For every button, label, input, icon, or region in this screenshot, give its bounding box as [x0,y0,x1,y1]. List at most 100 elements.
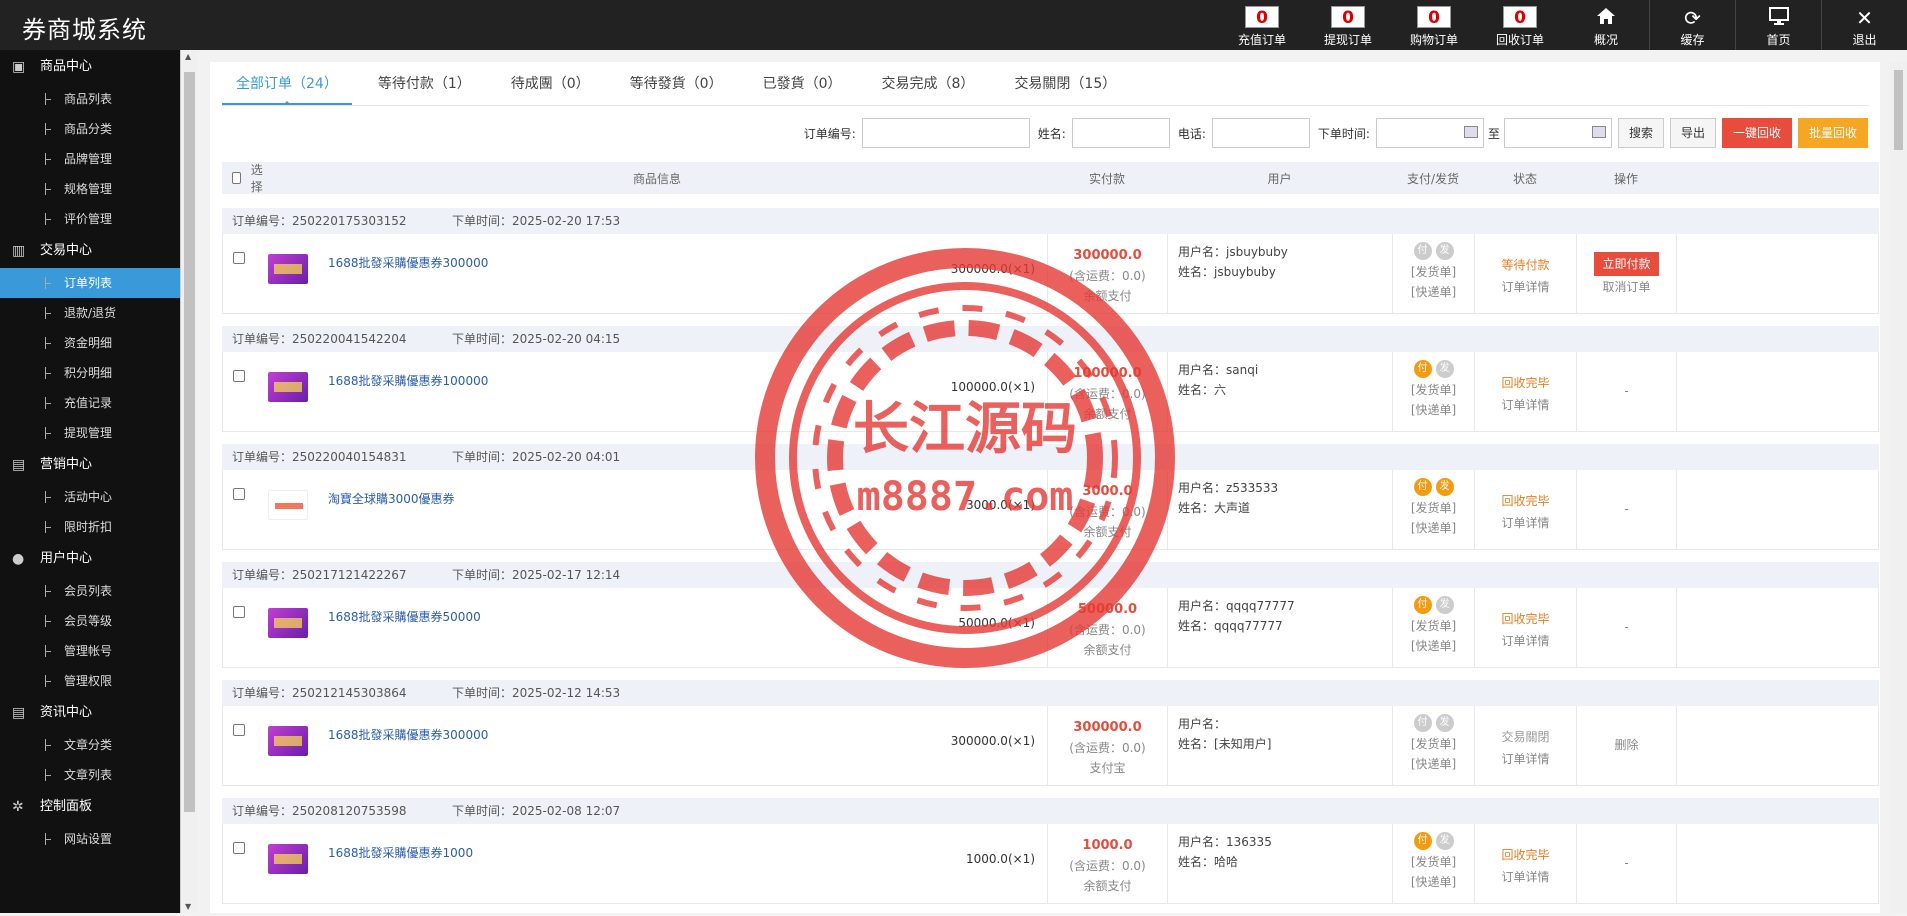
end-date-field[interactable] [1503,118,1612,148]
sidebar-item[interactable]: 规格管理 [0,174,180,204]
product-name-link[interactable]: 1688批發采購優惠券300000 [328,234,838,313]
sidebar-group-news[interactable]: ▤ 资讯中心 [0,696,180,730]
calendar-icon[interactable] [1463,126,1478,138]
order-detail-link[interactable]: 订单详情 [1475,276,1576,298]
sidebar-item[interactable]: 网站设置 [0,824,180,854]
order-detail-link[interactable]: 订单详情 [1475,748,1576,770]
topnav-home[interactable]: 首页 [1735,0,1821,50]
product-thumb[interactable] [268,234,328,313]
sidebar-item[interactable]: 提现管理 [0,418,180,448]
sidebar-group-trade[interactable]: ▥ 交易中心 [0,234,180,268]
row-select[interactable] [223,234,268,313]
sidebar-item[interactable]: 限时折扣 [0,512,180,542]
tab-all-orders[interactable]: 全部订单（24） [222,72,352,105]
row-select[interactable] [223,824,268,903]
topnav-overview[interactable]: 概况 [1563,0,1649,50]
sidebar-item[interactable]: 文章列表 [0,760,180,790]
sidebar-item[interactable]: 退款/退货 [0,298,180,328]
pay-now-button[interactable]: 立即付款 [1594,252,1659,276]
row-checkbox[interactable] [233,606,245,618]
sidebar-item[interactable]: 会员等级 [0,606,180,636]
product-image[interactable] [268,844,308,874]
product-image[interactable] [268,254,308,284]
express-link[interactable]: [快递单] [1393,400,1474,420]
product-name-link[interactable]: 1688批發采購優惠券1000 [328,824,838,903]
row-checkbox[interactable] [233,488,245,500]
express-link[interactable]: [快递单] [1393,754,1474,774]
start-date-field[interactable] [1375,118,1484,148]
topnav-recycle-orders[interactable]: 0 回收订单 [1477,0,1563,50]
tab-completed[interactable]: 交易完成（8） [868,72,989,105]
select-all-checkbox[interactable] [232,172,241,184]
sidebar-item[interactable]: 管理权限 [0,666,180,696]
tab-shipped[interactable]: 已發貨（0） [749,72,856,105]
main-scrollbar[interactable] [1890,62,1907,913]
product-name-link[interactable]: 淘寶全球購3000優惠券 [328,470,838,549]
ship-note-link[interactable]: [发货单] [1393,498,1474,518]
order-detail-link[interactable]: 订单详情 [1475,512,1576,534]
topnav-withdraw-orders[interactable]: 0 提现订单 [1305,0,1391,50]
scrollbar-thumb[interactable] [1894,70,1903,150]
name-input[interactable] [1071,118,1170,148]
row-checkbox[interactable] [233,370,245,382]
sidebar-item[interactable]: 文章分类 [0,730,180,760]
express-link[interactable]: [快递单] [1393,872,1474,892]
row-select[interactable] [223,706,268,785]
product-thumb[interactable] [268,470,328,549]
sidebar-item-order-list[interactable]: 订单列表 [0,268,180,298]
sidebar-group-marketing[interactable]: ▤ 营销中心 [0,448,180,482]
export-button[interactable]: 导出 [1669,118,1716,148]
tab-closed[interactable]: 交易關閉（15） [1000,72,1130,105]
select-all[interactable]: 选择 [222,161,267,195]
order-no-input[interactable] [861,118,1030,148]
tab-pending-payment[interactable]: 等待付款（1） [364,72,485,105]
express-link[interactable]: [快递单] [1393,282,1474,302]
ship-note-link[interactable]: [发货单] [1393,380,1474,400]
sidebar-item[interactable]: 会员列表 [0,576,180,606]
product-name-link[interactable]: 1688批發采購優惠券50000 [328,588,838,667]
express-link[interactable]: [快递单] [1393,636,1474,656]
scroll-up-icon[interactable]: ▲ [185,52,191,61]
ship-note-link[interactable]: [发货单] [1393,734,1474,754]
batch-recycle-button[interactable]: 批量回收 [1797,118,1868,148]
product-image[interactable] [268,490,308,520]
order-detail-link[interactable]: 订单详情 [1475,630,1576,652]
product-name-link[interactable]: 1688批發采購優惠券100000 [328,352,838,431]
sidebar-item[interactable]: 商品分类 [0,114,180,144]
sidebar-group-user[interactable]: ● 用户中心 [0,542,180,576]
product-thumb[interactable] [268,352,328,431]
row-checkbox[interactable] [233,252,245,264]
topnav-logout[interactable]: ✕ 退出 [1821,0,1907,50]
product-thumb[interactable] [268,588,328,667]
product-thumb[interactable] [268,824,328,903]
tab-pending-shipment[interactable]: 等待發貨（0） [616,72,737,105]
product-image[interactable] [268,608,308,638]
topnav-recharge-orders[interactable]: 0 充值订单 [1219,0,1305,50]
one-click-recycle-button[interactable]: 一键回收 [1721,118,1792,148]
delete-link[interactable]: 删除 [1577,724,1676,756]
sidebar-item[interactable]: 充值记录 [0,388,180,418]
product-image[interactable] [268,372,308,402]
topnav-cache[interactable]: ⟳ 缓存 [1649,0,1735,50]
sidebar-item[interactable]: 管理帐号 [0,636,180,666]
phone-input[interactable] [1211,118,1310,148]
product-image[interactable] [268,726,308,756]
tab-group-pending[interactable]: 待成團（0） [497,72,604,105]
sidebar-item[interactable]: 积分明细 [0,358,180,388]
product-thumb[interactable] [268,706,328,785]
product-name-link[interactable]: 1688批發采購優惠券300000 [328,706,838,785]
topnav-shopping-orders[interactable]: 0 购物订单 [1391,0,1477,50]
ship-note-link[interactable]: [发货单] [1393,262,1474,282]
sidebar-group-control[interactable]: ✲ 控制面板 [0,790,180,824]
sidebar-group-product[interactable]: ▣ 商品中心 [0,50,180,84]
row-checkbox[interactable] [233,724,245,736]
row-select[interactable] [223,470,268,549]
sidebar-item[interactable]: 活动中心 [0,482,180,512]
scroll-down-icon[interactable]: ▼ [185,902,191,911]
scrollbar-thumb[interactable] [184,72,195,812]
sidebar-item[interactable]: 商品列表 [0,84,180,114]
row-select[interactable] [223,588,268,667]
sidebar-item[interactable]: 资金明细 [0,328,180,358]
order-detail-link[interactable]: 订单详情 [1475,866,1576,888]
order-detail-link[interactable]: 订单详情 [1475,394,1576,416]
